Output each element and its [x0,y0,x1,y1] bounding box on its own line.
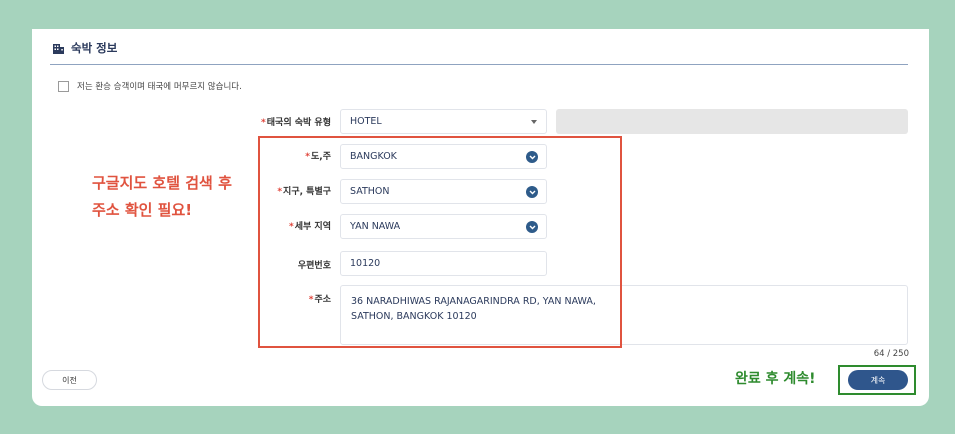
transit-checkbox[interactable] [58,80,69,92]
accommodation-type-extra-field [556,109,908,134]
transit-checkbox-label[interactable]: 저는 환승 승객이며 태국에 머무르지 않습니다. [77,80,242,92]
accommodation-type-label: *태국의 숙박 유형 [261,118,331,128]
prev-button[interactable]: 이전 [42,370,97,390]
annotation-address-note: 구글지도 호텔 검색 후 주소 확인 필요! [92,174,232,219]
highlight-box-address-fields [258,136,622,348]
highlight-box-continue [838,365,916,395]
section-divider [50,64,908,65]
accommodation-type-value: HOTEL [350,116,382,127]
accommodation-type-select[interactable]: HOTEL [340,109,547,134]
transit-row: 저는 환승 승객이며 태국에 머무르지 않습니다. [58,80,242,92]
section-header: 숙박 정보 [52,40,117,56]
address-char-counter: 64 / 250 [873,349,909,359]
building-icon [53,43,64,54]
section-title: 숙박 정보 [71,41,118,55]
caret-down-icon [531,120,537,124]
accommodation-card: 숙박 정보 저는 환승 승객이며 태국에 머무르지 않습니다. *태국의 숙박 … [32,29,929,406]
required-mark: * [261,118,266,128]
annotation-continue-note: 완료 후 계속! [735,371,816,387]
